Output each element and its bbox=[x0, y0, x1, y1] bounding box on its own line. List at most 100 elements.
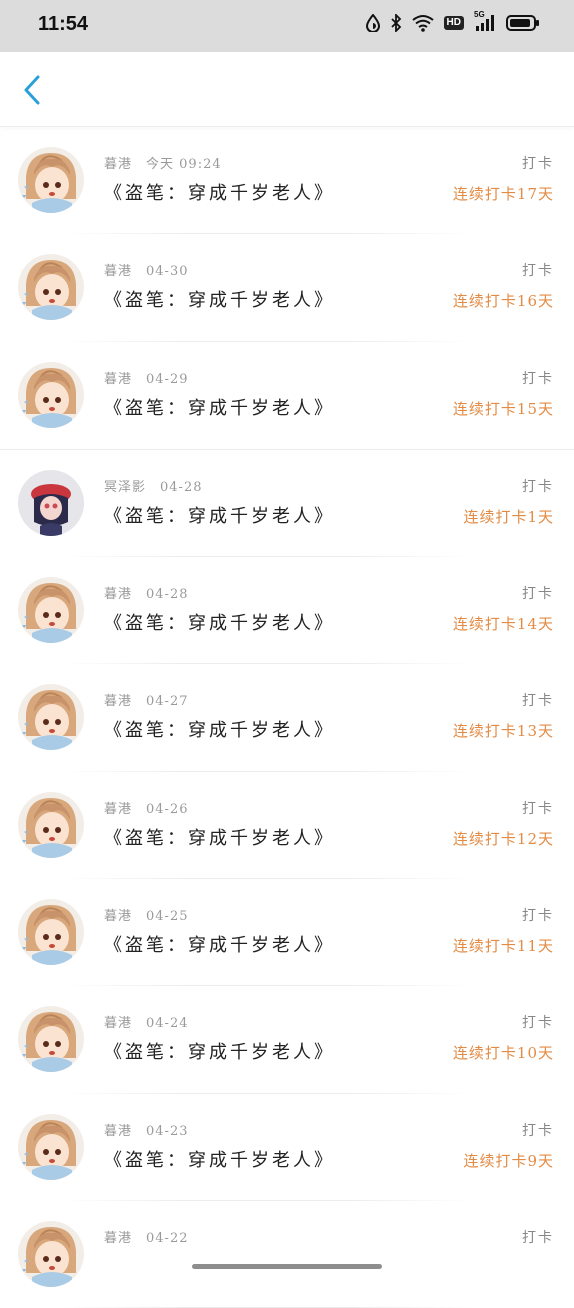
status-icons: HD 5G bbox=[365, 10, 540, 32]
book-title[interactable]: 《盗笔：穿成千岁老人》 bbox=[104, 394, 335, 420]
avatar[interactable] bbox=[18, 899, 84, 966]
post-date: 04-25 bbox=[146, 909, 189, 925]
checkin-tag: 打卡 bbox=[522, 156, 554, 172]
item-meta: 暮港 04-22 bbox=[104, 1227, 189, 1246]
battery-icon bbox=[506, 14, 540, 32]
post-date: 04-30 bbox=[146, 264, 189, 280]
back-button[interactable] bbox=[16, 74, 48, 106]
status-bar: 11:54 HD 5G bbox=[0, 0, 574, 52]
item-meta: 暮港 04-26 bbox=[104, 798, 189, 817]
list-item[interactable]: 暮港 04-30 《盗笔：穿成千岁老人》 打卡连续打卡16天 bbox=[0, 234, 574, 342]
anime-girl-avatar bbox=[18, 254, 84, 321]
book-title[interactable]: 《盗笔：穿成千岁老人》 bbox=[104, 1038, 335, 1064]
post-date: 04-29 bbox=[146, 371, 189, 387]
anime-girl-avatar bbox=[18, 1006, 84, 1073]
checkin-tag: 打卡 bbox=[522, 693, 554, 710]
streak-label: 连续打卡1天 bbox=[463, 507, 554, 526]
user-name[interactable]: 暮港 bbox=[104, 1231, 132, 1246]
avatar[interactable] bbox=[18, 684, 84, 751]
item-meta: 暮港 04-27 bbox=[104, 690, 189, 709]
item-meta: 冥泽影 04-28 bbox=[104, 476, 203, 495]
anime-girl-avatar bbox=[18, 684, 84, 751]
streak-label: 连续打卡14天 bbox=[452, 615, 554, 634]
checkin-tag: 打卡 bbox=[522, 586, 554, 603]
bluetooth-icon bbox=[390, 14, 402, 32]
list-item[interactable]: 暮港 04-25 《盗笔：穿成千岁老人》 打卡连续打卡11天 bbox=[0, 879, 574, 987]
streak-label: 连续打卡15天 bbox=[452, 399, 554, 418]
anime-girl-avatar bbox=[18, 1220, 84, 1287]
wifi-icon bbox=[411, 14, 434, 32]
item-meta: 暮港 04-24 bbox=[104, 1012, 189, 1031]
list-item[interactable]: 暮港 04-29 《盗笔：穿成千岁老人》 打卡 连续打卡15天 bbox=[0, 342, 574, 450]
checkin-tag: 打卡 bbox=[522, 800, 554, 817]
avatar[interactable] bbox=[18, 1220, 84, 1287]
home-indicator[interactable] bbox=[192, 1264, 382, 1269]
list-item[interactable]: 暮港 04-24 《盗笔：穿成千岁老人》 打卡连续打卡10天 bbox=[0, 986, 574, 1094]
avatar[interactable] bbox=[18, 577, 84, 644]
checkin-tag: 打卡 bbox=[522, 1122, 554, 1139]
streak-label: 连续打卡12天 bbox=[452, 829, 554, 848]
list-item[interactable]: 冥泽影 04-28 《盗笔：穿成千岁老人》 打卡连续打卡1天 bbox=[0, 450, 574, 558]
status-time: 11:54 bbox=[38, 13, 89, 35]
list-item[interactable]: 暮港 04-26 《盗笔：穿成千岁老人》 打卡连续打卡12天 bbox=[0, 772, 574, 880]
chevron-left-icon bbox=[24, 75, 40, 105]
item-meta: 暮港 今天 09:24 bbox=[104, 153, 222, 172]
nav-bar bbox=[0, 52, 574, 127]
streak-label: 连续打卡17天 bbox=[452, 185, 554, 203]
checkin-tag: 打卡 bbox=[522, 478, 554, 495]
streak-label: 连续打卡9天 bbox=[463, 1151, 554, 1170]
user-name[interactable]: 暮港 bbox=[104, 264, 132, 279]
book-title[interactable]: 《盗笔：穿成千岁老人》 bbox=[104, 502, 335, 528]
avatar[interactable] bbox=[18, 361, 84, 428]
checkin-tag: 打卡 bbox=[522, 263, 554, 280]
book-title[interactable]: 《盗笔：穿成千岁老人》 bbox=[104, 179, 335, 205]
user-name[interactable]: 暮港 bbox=[104, 157, 132, 172]
user-name[interactable]: 暮港 bbox=[104, 1124, 132, 1139]
post-date: 04-28 bbox=[146, 587, 189, 603]
checkin-tag: 打卡 bbox=[522, 908, 554, 925]
user-name[interactable]: 冥泽影 bbox=[104, 480, 146, 495]
post-date: 04-24 bbox=[146, 1016, 189, 1032]
avatar[interactable] bbox=[18, 254, 84, 321]
book-title[interactable]: 《盗笔：穿成千岁老人》 bbox=[104, 931, 335, 957]
item-meta: 暮港 04-25 bbox=[104, 905, 189, 924]
item-meta: 暮港 04-30 bbox=[104, 260, 189, 279]
user-name[interactable]: 暮港 bbox=[104, 802, 132, 817]
book-title[interactable]: 《盗笔：穿成千岁老人》 bbox=[104, 609, 335, 635]
streak-label: 连续打卡10天 bbox=[452, 1044, 554, 1063]
anime-girl-avatar bbox=[18, 1113, 84, 1180]
book-title[interactable]: 《盗笔：穿成千岁老人》 bbox=[104, 716, 335, 742]
user-name[interactable]: 暮港 bbox=[104, 587, 132, 602]
red-beret-avatar bbox=[18, 469, 84, 536]
user-name[interactable]: 暮港 bbox=[104, 909, 132, 924]
anime-girl-avatar bbox=[18, 577, 84, 644]
book-title[interactable]: 《盗笔：穿成千岁老人》 bbox=[104, 824, 335, 850]
anime-girl-avatar bbox=[18, 791, 84, 858]
streak-label: 连续打卡11天 bbox=[452, 937, 554, 956]
anime-girl-avatar bbox=[18, 361, 84, 428]
network-type-label: 5G bbox=[474, 10, 485, 19]
list-item[interactable]: 暮港 04-22 打卡 bbox=[0, 1201, 574, 1308]
list-item[interactable]: 暮港 04-28 《盗笔：穿成千岁老人》 打卡连续打卡14天 bbox=[0, 557, 574, 665]
user-name[interactable]: 暮港 bbox=[104, 372, 132, 387]
book-title[interactable]: 《盗笔：穿成千岁老人》 bbox=[104, 286, 335, 312]
avatar[interactable] bbox=[18, 791, 84, 858]
post-date: 04-22 bbox=[146, 1230, 189, 1246]
checkin-tag: 打卡 bbox=[522, 1015, 554, 1032]
hd-badge: HD bbox=[443, 16, 464, 30]
avatar[interactable] bbox=[18, 469, 84, 536]
list-item[interactable]: 暮港 今天 09:24 《盗笔：穿成千岁老人》 打卡连续打卡17天 bbox=[0, 127, 574, 235]
user-name[interactable]: 暮港 bbox=[104, 1016, 132, 1031]
post-date: 04-28 bbox=[160, 479, 203, 495]
avatar[interactable] bbox=[18, 1006, 84, 1073]
book-title[interactable]: 《盗笔：穿成千岁老人》 bbox=[104, 1146, 335, 1172]
cellular-signal-icon: 5G bbox=[474, 10, 496, 32]
streak-label: 连续打卡16天 bbox=[452, 292, 554, 311]
streak-label: 连续打卡13天 bbox=[452, 722, 554, 741]
avatar[interactable] bbox=[18, 147, 84, 213]
user-name[interactable]: 暮港 bbox=[104, 694, 132, 709]
post-date: 今天 09:24 bbox=[146, 157, 222, 172]
avatar[interactable] bbox=[18, 1113, 84, 1180]
list-item[interactable]: 暮港 04-23 《盗笔：穿成千岁老人》 打卡 连续打卡9天 bbox=[0, 1094, 574, 1201]
list-item[interactable]: 暮港 04-27 《盗笔：穿成千岁老人》 打卡连续打卡13天 bbox=[0, 664, 574, 772]
